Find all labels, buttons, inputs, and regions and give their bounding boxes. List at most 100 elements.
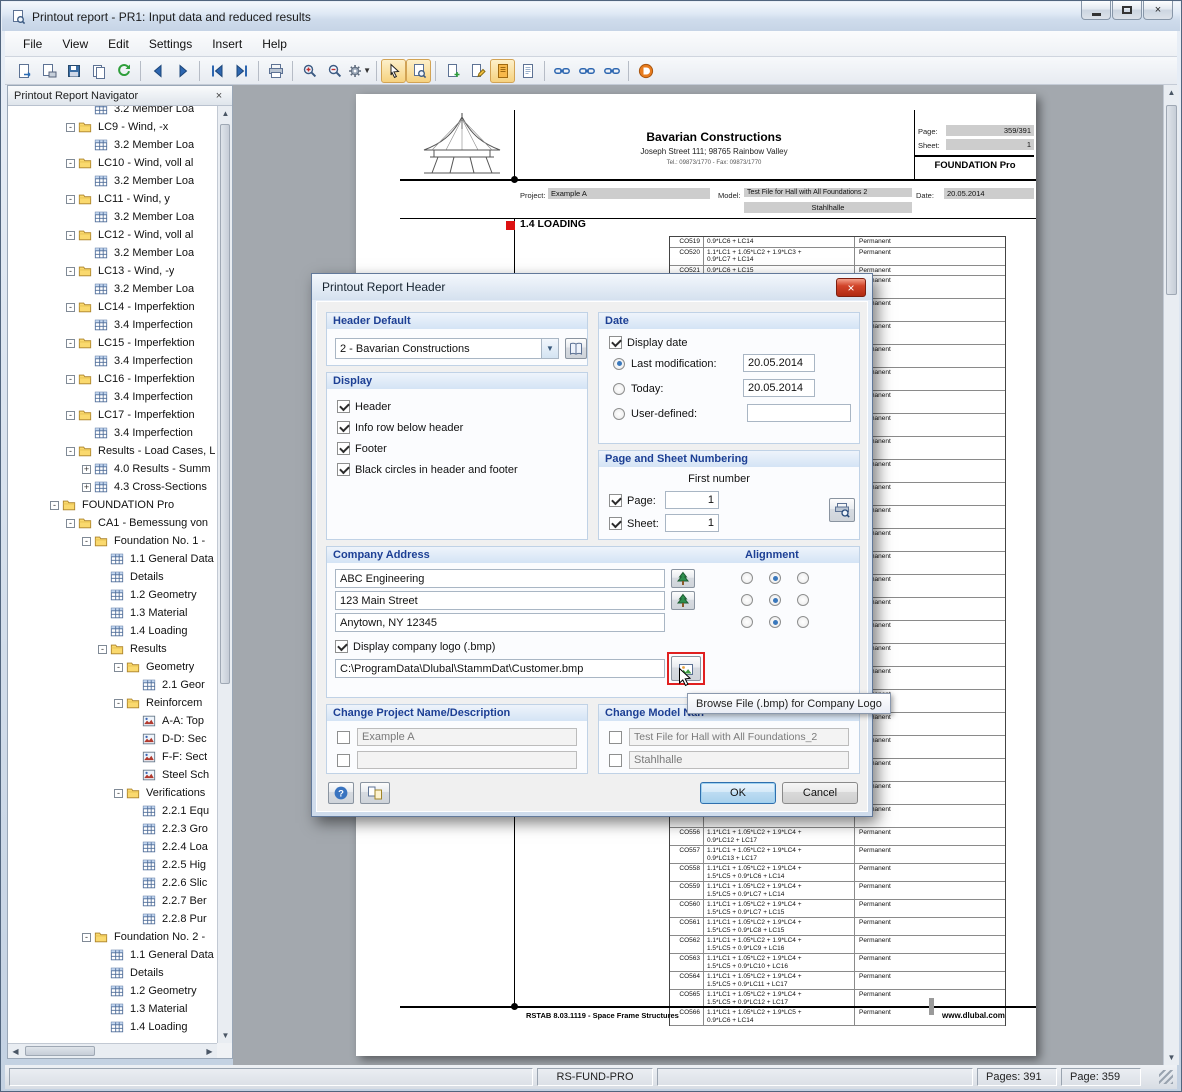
scroll-left-icon[interactable]: ◀ [8,1044,23,1059]
collapse-icon[interactable]: - [66,195,75,204]
footer-checkbox[interactable]: Footer [337,441,387,456]
zoom-in-icon[interactable] [297,59,322,83]
checkbox-icon[interactable] [337,463,350,476]
chevron-down-icon[interactable]: ▼ [541,339,558,358]
tree-item[interactable]: 1.3 Material [8,604,217,622]
scroll-right-icon[interactable]: ▶ [202,1044,217,1059]
radio-icon[interactable] [613,383,625,395]
tree-item[interactable]: 1.2 Geometry [8,586,217,604]
print-icon[interactable] [263,59,288,83]
first-page-icon[interactable] [204,59,229,83]
tree-item[interactable]: 2.2.7 Ber [8,892,217,910]
tree-item[interactable]: A-A: Top [8,712,217,730]
zoom-out-icon[interactable] [322,59,347,83]
open-report-icon[interactable] [36,59,61,83]
minimize-button[interactable] [1081,1,1111,20]
align-center-radio[interactable] [769,572,781,584]
insert-page-icon[interactable] [440,59,465,83]
dlubal-help-icon[interactable] [633,59,658,83]
tree-item[interactable]: 3.2 Member Loa [8,208,217,226]
tree-item[interactable]: -LC13 - Wind, -y [8,262,217,280]
select-tool-icon[interactable] [381,59,406,83]
tree-item[interactable]: -Results - Load Cases, L [8,442,217,460]
tree-item[interactable]: 3.4 Imperfection [8,388,217,406]
collapse-icon[interactable]: - [66,159,75,168]
change-project-checkbox[interactable] [337,730,350,745]
menu-help[interactable]: Help [252,33,297,55]
collapse-icon[interactable]: - [66,447,75,456]
company-name-field[interactable]: ABC Engineering [335,569,665,588]
checkbox-icon[interactable] [337,731,350,744]
close-button[interactable]: × [1143,1,1173,20]
user-defined-date-field[interactable] [747,404,851,422]
previous-page-icon[interactable] [145,59,170,83]
logo-path-field[interactable]: C:\ProgramData\Dlubal\StammDat\Customer.… [335,659,665,678]
tree-item[interactable]: -Reinforcem [8,694,217,712]
view-settings-gear-icon[interactable]: ▼ [347,59,372,83]
tree-item[interactable]: -LC12 - Wind, voll al [8,226,217,244]
info-row-checkbox[interactable]: Info row below header [337,420,463,435]
menu-view[interactable]: View [52,33,98,55]
scroll-up-icon[interactable]: ▲ [218,106,233,121]
today-radio[interactable]: Today: [613,381,663,396]
refresh-icon[interactable] [111,59,136,83]
collapse-icon[interactable]: - [114,663,123,672]
align-center-radio[interactable] [769,594,781,606]
tree-item[interactable]: +4.3 Cross-Sections [8,478,217,496]
tree-item[interactable]: 3.4 Imperfection [8,316,217,334]
company-street-field[interactable]: 123 Main Street [335,591,665,610]
find-in-page-icon[interactable] [406,59,431,83]
link-model-icon[interactable] [549,59,574,83]
tree-item[interactable]: -Foundation No. 1 - [8,532,217,550]
menu-insert[interactable]: Insert [202,33,252,55]
link-insert-icon[interactable] [574,59,599,83]
menu-edit[interactable]: Edit [98,33,139,55]
tree-item[interactable]: -Results [8,640,217,658]
scroll-thumb[interactable] [1166,105,1177,295]
header-default-combobox[interactable]: 2 - Bavarian Constructions ▼ [335,338,559,359]
tree-item[interactable]: 2.2.1 Equ [8,802,217,820]
tree-item[interactable]: 3.2 Member Loa [8,106,217,118]
tree-item[interactable]: -LC14 - Imperfektion [8,298,217,316]
edit-header-icon[interactable] [465,59,490,83]
display-date-checkbox[interactable]: Display date [609,335,688,350]
align-right-radio[interactable] [797,616,809,628]
change-project-description-checkbox[interactable] [337,753,350,768]
tree-item[interactable]: 1.1 General Data [8,550,217,568]
scroll-thumb[interactable] [25,1046,95,1056]
checkbox-icon[interactable] [337,442,350,455]
tree-item[interactable]: F-F: Sect [8,748,217,766]
tree-item[interactable]: -LC9 - Wind, -x [8,118,217,136]
cancel-button[interactable]: Cancel [782,782,858,804]
checkbox-icon[interactable] [337,400,350,413]
tree-item[interactable]: 3.2 Member Loa [8,136,217,154]
display-logo-checkbox[interactable]: Display company logo (.bmp) [335,639,495,654]
navigator-close-button[interactable]: × [212,90,226,102]
tree-item[interactable]: 2.2.5 Hig [8,856,217,874]
collapse-icon[interactable]: - [82,537,91,546]
tree-item[interactable]: -LC11 - Wind, y [8,190,217,208]
maximize-button[interactable] [1112,1,1142,20]
scroll-down-icon[interactable]: ▼ [218,1028,233,1043]
collapse-icon[interactable]: - [114,789,123,798]
resize-grip[interactable] [1159,1070,1173,1084]
address-library-button[interactable] [671,569,695,588]
collapse-icon[interactable]: - [82,933,91,942]
align-center-radio[interactable] [769,616,781,628]
tree-item[interactable]: -Geometry [8,658,217,676]
expand-icon[interactable]: + [82,483,91,492]
radio-icon[interactable] [613,358,625,370]
collapse-icon[interactable]: - [66,267,75,276]
header-library-button[interactable] [565,338,587,359]
collapse-icon[interactable]: - [66,519,75,528]
change-model-description-checkbox[interactable] [609,753,622,768]
tree-item[interactable]: 3.2 Member Loa [8,280,217,298]
scroll-up-icon[interactable]: ▲ [1164,85,1179,100]
align-right-radio[interactable] [797,572,809,584]
save-report-icon[interactable] [61,59,86,83]
header-checkbox[interactable]: Header [337,399,391,414]
menu-settings[interactable]: Settings [139,33,202,55]
tree-item[interactable]: 2.1 Geor [8,676,217,694]
tree-item[interactable]: -LC16 - Imperfektion [8,370,217,388]
checkbox-icon[interactable] [335,640,348,653]
